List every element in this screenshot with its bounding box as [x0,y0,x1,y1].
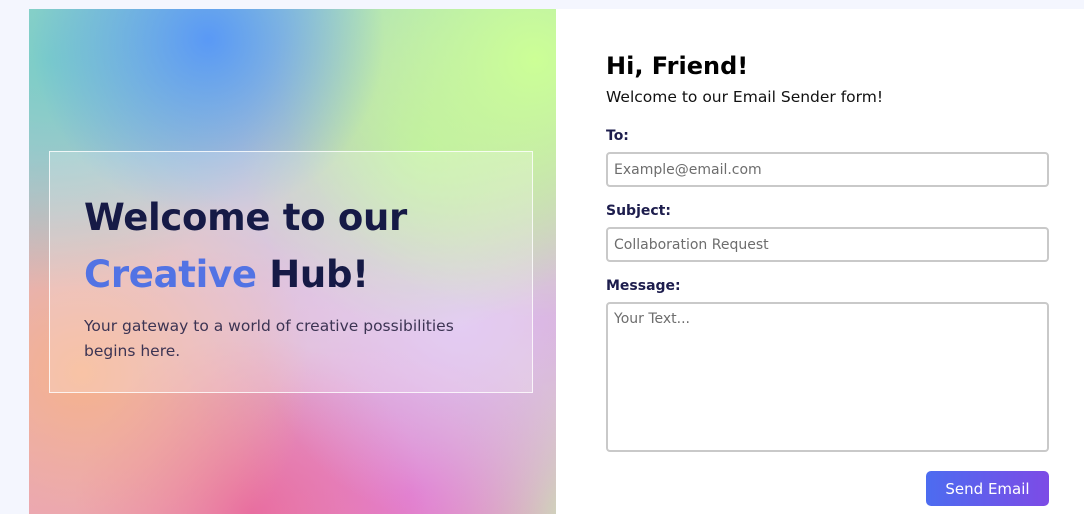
subject-label: Subject: [606,203,671,219]
form-greeting: Hi, Friend! [606,52,749,80]
to-email-input[interactable] [606,152,1049,187]
to-label: To: [606,128,629,144]
hero-title: Welcome to our Creative Hub! [84,189,407,303]
hero-subtitle: Your gateway to a world of creative poss… [84,317,454,360]
message-label: Message: [606,278,681,294]
form-welcome-text: Welcome to our Email Sender form! [606,88,884,106]
hero-panel: Welcome to our Creative Hub! Your gatewa… [29,9,556,514]
hero-card: Welcome to our Creative Hub! Your gatewa… [49,151,533,393]
hero-title-end: Hub! [256,253,369,296]
send-email-button[interactable]: Send Email [926,471,1049,506]
email-form-panel: Hi, Friend! Welcome to our Email Sender … [556,9,1084,514]
hero-title-line1: Welcome to our [84,196,407,239]
message-textarea[interactable] [606,302,1049,452]
hero-title-accent: Creative [84,253,257,296]
subject-input[interactable] [606,227,1049,262]
